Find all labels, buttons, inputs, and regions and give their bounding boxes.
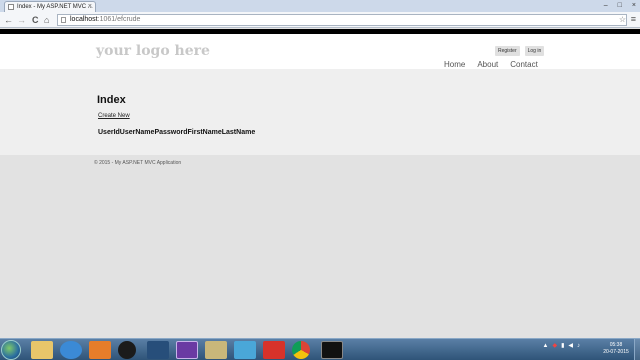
- browser-tab[interactable]: Index - My ASP.NET MVC ... ×: [4, 1, 96, 12]
- register-link[interactable]: Register: [495, 46, 520, 56]
- reload-button[interactable]: C: [32, 14, 39, 26]
- tray-flag-icon[interactable]: ◀: [568, 342, 573, 349]
- tools-icon[interactable]: [205, 341, 227, 359]
- main-menu: Home About Contact: [444, 60, 538, 69]
- tray-expand-icon[interactable]: ▲: [542, 343, 548, 349]
- page-icon: [61, 17, 66, 23]
- menu-contact-link[interactable]: Contact: [510, 60, 538, 69]
- browser-toolbar: ← → C ⌂ localhost:1061/efcrude: [0, 12, 640, 28]
- site-logo[interactable]: your logo here: [96, 43, 210, 59]
- menu-about-link[interactable]: About: [477, 60, 498, 69]
- media-player-icon[interactable]: [89, 341, 111, 359]
- home-button[interactable]: ⌂: [44, 14, 49, 26]
- tab-close-icon[interactable]: ×: [88, 2, 92, 12]
- red-app-icon[interactable]: [263, 341, 285, 359]
- login-link[interactable]: Log in: [524, 46, 545, 56]
- web-page: your logo here Register Log in Home Abou…: [0, 29, 640, 335]
- window-controls: – □ ×: [604, 0, 636, 12]
- browser-menu-icon[interactable]: ≡: [631, 14, 636, 24]
- show-desktop-button[interactable]: [634, 339, 640, 360]
- url-path: :1061/efcrude: [97, 16, 141, 23]
- tray-volume-icon[interactable]: ♪: [577, 343, 580, 349]
- menu-home-link[interactable]: Home: [444, 60, 465, 69]
- internet-explorer-icon[interactable]: [60, 341, 82, 359]
- create-new-link[interactable]: Create New: [98, 113, 130, 119]
- table-header: UserId UserName Password FirstName LastN…: [98, 129, 255, 136]
- minimize-button[interactable]: –: [604, 0, 608, 12]
- hp-icon[interactable]: [118, 341, 136, 359]
- close-window-button[interactable]: ×: [632, 0, 636, 12]
- start-button[interactable]: [1, 340, 21, 360]
- column-header-lastname: LastName: [221, 129, 256, 136]
- tab-title: Index - My ASP.NET MVC ...: [17, 4, 93, 10]
- terminal-icon[interactable]: [321, 341, 343, 359]
- column-header-userid: UserId: [98, 129, 120, 136]
- url-host: localhost: [70, 16, 98, 23]
- browser-titlebar: Index - My ASP.NET MVC ... × – □ ×: [0, 0, 640, 12]
- page-favicon-icon: [8, 4, 14, 10]
- clock-date: 20-07-2015: [603, 349, 629, 355]
- back-button[interactable]: ←: [4, 14, 13, 26]
- bookmark-star-icon[interactable]: ☆: [619, 15, 626, 24]
- footer-copyright: © 2015 - My ASP.NET MVC Application: [94, 160, 182, 166]
- mail-icon[interactable]: [147, 341, 169, 359]
- tray-network-icon[interactable]: ▮: [561, 342, 564, 349]
- column-header-firstname: FirstName: [187, 129, 222, 136]
- visual-studio-icon[interactable]: [176, 341, 198, 359]
- ie-alt-icon[interactable]: [234, 341, 256, 359]
- clock-time: 05:38: [609, 342, 623, 348]
- forward-button[interactable]: →: [17, 14, 26, 26]
- chrome-icon[interactable]: [292, 341, 310, 359]
- address-bar[interactable]: localhost:1061/efcrude: [57, 14, 627, 26]
- taskbar-clock[interactable]: 05:38 20-07-2015: [602, 342, 630, 356]
- taskbar: ▲ ◆ ▮ ◀ ♪ 05:38 20-07-2015: [0, 338, 640, 360]
- tray-app-icon[interactable]: ◆: [552, 342, 557, 349]
- system-tray: ▲ ◆ ▮ ◀ ♪: [542, 342, 580, 350]
- column-header-username: UserName: [119, 129, 155, 136]
- column-header-password: Password: [154, 129, 188, 136]
- main-content: Index Create New UserId UserName Passwor…: [0, 69, 640, 155]
- page-title: Index: [97, 94, 126, 106]
- explorer-icon[interactable]: [31, 341, 53, 359]
- login-links: Register Log in: [495, 46, 545, 56]
- maximize-button[interactable]: □: [618, 0, 622, 12]
